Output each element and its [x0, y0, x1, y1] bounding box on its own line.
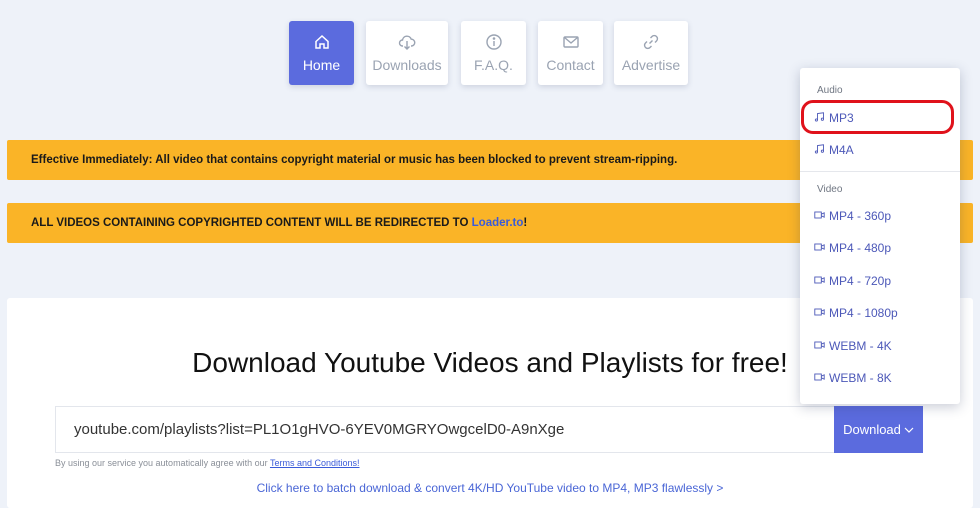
loader-link[interactable]: Loader.to: [472, 217, 524, 229]
nav-faq-label: F.A.Q.: [474, 57, 513, 73]
video-camera-icon: [814, 339, 825, 353]
menu-item-mp4-480p[interactable]: MP4 - 480p: [814, 241, 891, 255]
video-camera-icon: [814, 306, 825, 320]
format-dropdown-menu: Audio MP3 M4A Video MP4 - 360p MP4 - 480…: [800, 68, 960, 404]
menu-item-webm-4k[interactable]: WEBM - 4K: [814, 339, 892, 353]
terms-notice: By using our service you automatically a…: [55, 458, 360, 468]
music-note-icon: [814, 111, 825, 125]
terms-text: By using our service you automatically a…: [55, 458, 270, 468]
video-camera-icon: [814, 209, 825, 223]
music-note-icon: [814, 143, 825, 157]
redirect-text: ALL VIDEOS CONTAINING COPYRIGHTED CONTEN…: [31, 217, 469, 229]
url-input[interactable]: youtube.com/playlists?list=PL1O1gHVO-6YE…: [55, 406, 835, 453]
menu-heading-video: Video: [817, 184, 843, 195]
menu-item-label: WEBM - 8K: [829, 371, 892, 385]
menu-item-label: MP4 - 1080p: [829, 306, 898, 320]
mail-icon: [562, 33, 580, 57]
menu-item-webm-8k[interactable]: WEBM - 8K: [814, 371, 892, 385]
batch-download-link[interactable]: Click here to batch download & convert 4…: [0, 481, 980, 495]
menu-item-mp4-720p[interactable]: MP4 - 720p: [814, 274, 891, 288]
nav-faq[interactable]: F.A.Q.: [461, 21, 526, 85]
menu-item-label: MP4 - 360p: [829, 209, 892, 223]
video-camera-icon: [814, 241, 825, 255]
menu-item-label: WEBM - 4K: [829, 339, 892, 353]
nav-contact[interactable]: Contact: [538, 21, 603, 85]
menu-item-mp3[interactable]: MP3: [814, 111, 854, 125]
menu-item-mp4-360p[interactable]: MP4 - 360p: [814, 209, 891, 223]
menu-item-label: MP4 - 480p: [829, 241, 892, 255]
nav-advertise[interactable]: Advertise: [614, 21, 688, 85]
cloud-download-icon: [398, 33, 416, 57]
video-camera-icon: [814, 274, 825, 288]
menu-item-m4a[interactable]: M4A: [814, 143, 854, 157]
nav-downloads[interactable]: Downloads: [366, 21, 448, 85]
nav-advertise-label: Advertise: [621, 57, 681, 73]
info-icon: [485, 33, 503, 57]
menu-item-label: MP3: [829, 111, 854, 125]
nav-home-label: Home: [302, 57, 341, 73]
nav-contact-label: Contact: [546, 57, 595, 73]
download-button-label: Download: [843, 422, 901, 437]
chevron-down-icon: [904, 422, 914, 437]
nav-home[interactable]: Home: [289, 21, 354, 85]
menu-item-label: MP4 - 720p: [829, 274, 892, 288]
video-camera-icon: [814, 371, 825, 385]
menu-item-mp4-1080p[interactable]: MP4 - 1080p: [814, 306, 898, 320]
terms-link[interactable]: Terms and Conditions!: [270, 458, 360, 468]
redirect-suffix: !: [523, 217, 528, 229]
download-button[interactable]: Download: [834, 406, 923, 453]
nav-downloads-label: Downloads: [372, 57, 442, 73]
menu-item-label: M4A: [829, 143, 854, 157]
menu-divider: [800, 171, 960, 172]
menu-heading-audio: Audio: [817, 85, 843, 96]
home-icon: [313, 33, 331, 57]
link-icon: [642, 33, 660, 57]
copyright-notice-text: Effective Immediately: All video that co…: [31, 154, 678, 166]
